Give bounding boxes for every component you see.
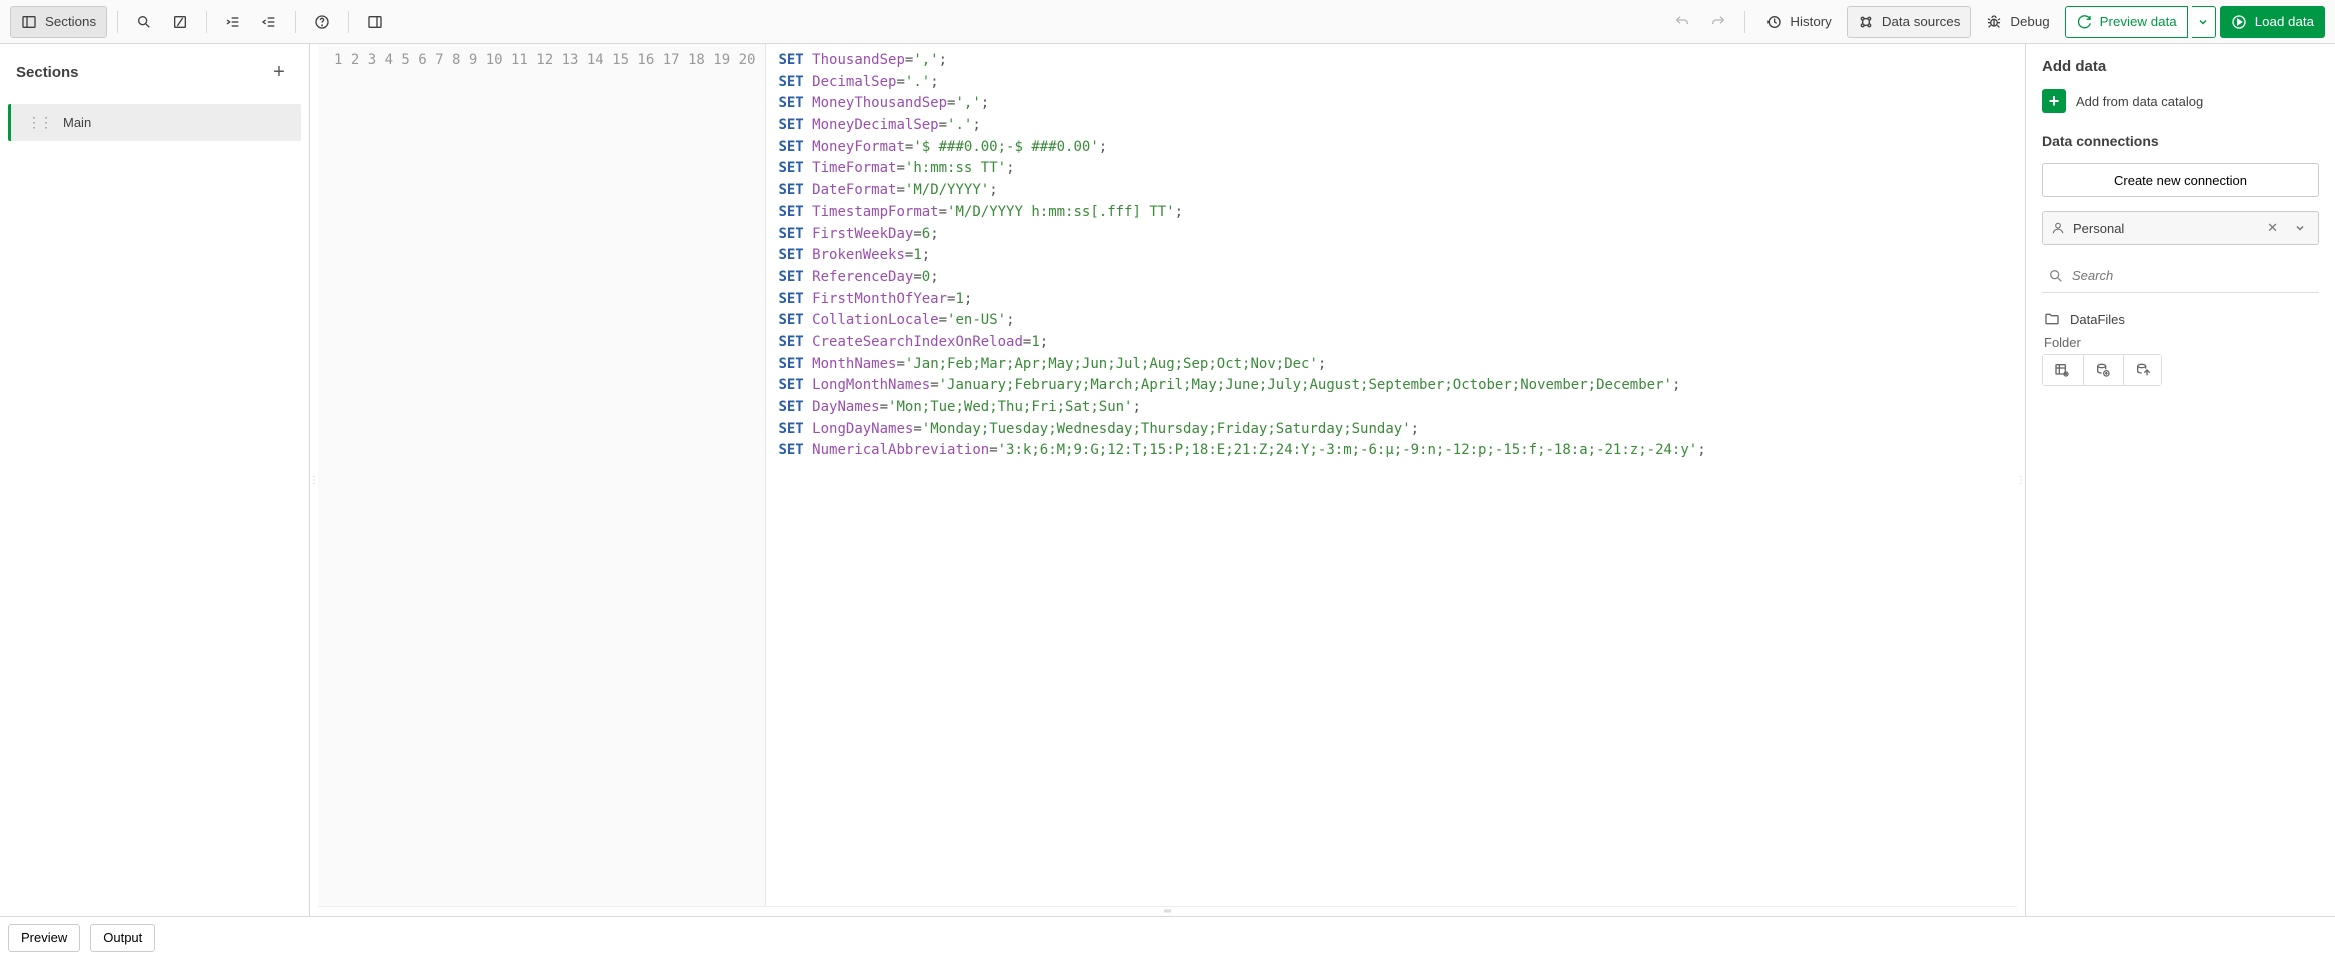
history-button[interactable]: History — [1755, 6, 1842, 38]
move-connection-button[interactable] — [2123, 355, 2161, 385]
outdent-button[interactable] — [253, 6, 285, 38]
panel-right-icon — [367, 14, 383, 30]
select-data-icon — [2054, 362, 2070, 378]
separator — [295, 11, 296, 33]
separator — [1744, 11, 1745, 33]
panel-left-icon — [21, 14, 37, 30]
line-gutter: 1 2 3 4 5 6 7 8 9 10 11 12 13 14 15 16 1… — [318, 44, 766, 906]
add-from-catalog-label: Add from data catalog — [2076, 94, 2203, 109]
preview-icon — [2076, 14, 2092, 30]
section-item-main[interactable]: ⋮⋮ Main — [8, 104, 301, 141]
sections-heading: Sections — [16, 64, 79, 81]
add-from-catalog-button[interactable]: + Add from data catalog — [2042, 89, 2319, 113]
code-area[interactable]: SET ThousandSep=','; SET DecimalSep='.';… — [766, 44, 2017, 906]
history-icon — [1766, 14, 1782, 30]
insert-script-button[interactable] — [2083, 355, 2121, 385]
sections-toggle-button[interactable]: Sections — [10, 6, 107, 38]
preview-data-dropdown[interactable] — [2192, 6, 2216, 38]
resize-handle-left[interactable]: ⋮ — [310, 44, 318, 916]
output-tab[interactable]: Output — [90, 924, 155, 952]
help-button[interactable] — [306, 6, 338, 38]
undo-icon — [1674, 14, 1690, 30]
space-dropdown-button[interactable] — [2290, 222, 2310, 234]
debug-button[interactable]: Debug — [1975, 6, 2060, 38]
data-sources-button[interactable]: Data sources — [1847, 6, 1972, 38]
sections-panel: Sections + ⋮⋮ Main — [0, 44, 310, 916]
comment-toggle-button[interactable] — [164, 6, 196, 38]
top-toolbar: Sections — [0, 0, 2335, 44]
indent-button[interactable] — [217, 6, 249, 38]
datafiles-label: DataFiles — [2070, 312, 2125, 327]
separator — [117, 11, 118, 33]
resize-handle-bottom[interactable]: ═ — [318, 906, 2017, 916]
indent-icon — [225, 14, 241, 30]
history-label: History — [1790, 14, 1831, 29]
clear-space-button[interactable]: ✕ — [2263, 220, 2282, 236]
connection-datafiles[interactable]: DataFiles — [2042, 307, 2319, 331]
code-editor[interactable]: 1 2 3 4 5 6 7 8 9 10 11 12 13 14 15 16 1… — [318, 44, 2017, 906]
plus-icon: + — [273, 61, 285, 84]
close-icon: ✕ — [2267, 220, 2278, 235]
connection-type-label: Folder — [2044, 335, 2319, 350]
drag-handle-icon[interactable]: ⋮⋮ — [27, 114, 51, 131]
bug-icon — [1986, 14, 2002, 30]
user-icon — [2051, 221, 2065, 235]
panel-right-toggle-button[interactable] — [359, 6, 391, 38]
comment-icon — [172, 14, 188, 30]
resize-handle-right[interactable]: ⋮ — [2017, 44, 2025, 916]
add-data-heading: Add data — [2042, 58, 2319, 75]
undo-button[interactable] — [1666, 6, 1698, 38]
connection-actions — [2042, 354, 2162, 386]
chevron-down-icon — [2294, 222, 2306, 234]
sections-toggle-label: Sections — [45, 14, 96, 29]
play-icon — [2231, 14, 2247, 30]
search-icon — [136, 14, 152, 30]
data-sources-label: Data sources — [1882, 14, 1961, 29]
load-data-button[interactable]: Load data — [2220, 6, 2325, 38]
help-icon — [314, 14, 330, 30]
editor-container: 1 2 3 4 5 6 7 8 9 10 11 12 13 14 15 16 1… — [318, 44, 2017, 916]
insert-script-icon — [2095, 362, 2111, 378]
separator — [206, 11, 207, 33]
plus-square-icon: + — [2042, 89, 2066, 113]
space-label: Personal — [2073, 221, 2124, 236]
create-connection-button[interactable]: Create new connection — [2042, 163, 2319, 197]
search-icon — [2048, 268, 2064, 284]
data-panel: Add data + Add from data catalog Data co… — [2025, 44, 2335, 916]
data-connections-heading: Data connections — [2042, 133, 2319, 149]
connection-search[interactable] — [2042, 259, 2319, 293]
load-data-label: Load data — [2255, 14, 2314, 29]
preview-tab[interactable]: Preview — [8, 924, 80, 952]
select-data-button[interactable] — [2043, 355, 2081, 385]
debug-label: Debug — [2010, 14, 2049, 29]
outdent-icon — [261, 14, 277, 30]
bottom-tabs: Preview Output — [0, 916, 2335, 958]
search-button[interactable] — [128, 6, 160, 38]
data-sources-icon — [1858, 14, 1874, 30]
chevron-down-icon — [2197, 16, 2209, 28]
separator — [348, 11, 349, 33]
folder-icon — [2044, 311, 2060, 327]
preview-data-button[interactable]: Preview data — [2065, 6, 2188, 38]
redo-icon — [1710, 14, 1726, 30]
add-section-button[interactable]: + — [265, 58, 293, 86]
space-selector[interactable]: Personal ✕ — [2042, 211, 2319, 245]
main-area: Sections + ⋮⋮ Main ⋮ 1 2 3 4 5 6 7 8 9 1… — [0, 44, 2335, 916]
preview-data-label: Preview data — [2100, 14, 2177, 29]
connection-search-input[interactable] — [2072, 268, 2313, 283]
redo-button[interactable] — [1702, 6, 1734, 38]
section-item-label: Main — [63, 115, 91, 130]
move-icon — [2135, 362, 2151, 378]
